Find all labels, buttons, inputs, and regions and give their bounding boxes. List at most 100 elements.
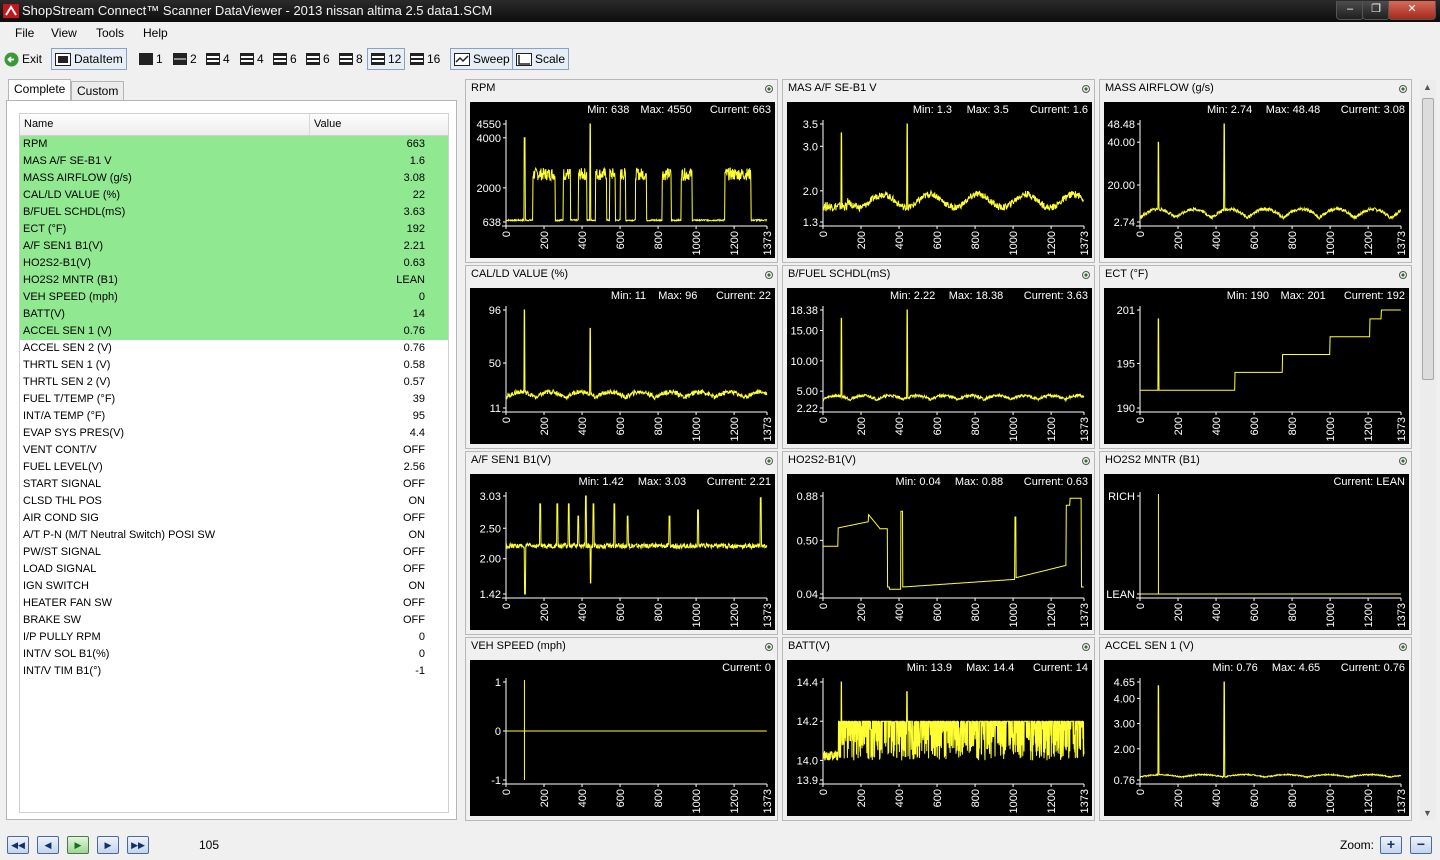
chart-options-icon[interactable] xyxy=(1399,457,1407,465)
table-row[interactable]: ACCEL SEN 2 (V) 0.76 xyxy=(20,340,448,357)
maf-voltage-chart[interactable]: MAS A/F SE-B1 V Current: 1.6 Max: 3.5 Min: … xyxy=(782,79,1095,263)
chart-options-icon[interactable] xyxy=(1082,85,1090,93)
table-row[interactable]: MAS A/F SE-B1 V 1.6 xyxy=(20,153,448,170)
fuel-schedule-chart[interactable]: B/FUEL SCHDL(mS) Current: 3.63 Max: 18.38 M… xyxy=(782,265,1095,449)
next-frame-button[interactable]: ▶ xyxy=(97,836,119,854)
table-row[interactable]: IGN SWITCH ON xyxy=(20,578,448,595)
layout-6-button[interactable]: 6 xyxy=(270,48,300,70)
calc-load-chart[interactable]: CAL/LD VALUE (%) Current: 22 Max: 96 Min: 1… xyxy=(465,265,778,449)
o2-sensor-chart[interactable]: HO2S2-B1(V) Current: 0.63 Max: 0.88 Min: 0.… xyxy=(782,451,1095,635)
table-row[interactable]: BRAKE SW OFF xyxy=(20,612,448,629)
table-row[interactable]: HEATER FAN SW OFF xyxy=(20,595,448,612)
table-row[interactable]: INT/V SOL B1(%) 0 xyxy=(20,646,448,663)
minimize-button[interactable]: – xyxy=(1336,1,1364,20)
first-frame-button[interactable]: ◀◀ xyxy=(7,836,29,854)
tab-complete[interactable]: Complete xyxy=(8,79,72,101)
x-tick-label: 400 xyxy=(577,789,589,807)
chart-options-icon[interactable] xyxy=(765,643,773,651)
chart-options-icon[interactable] xyxy=(1082,457,1090,465)
table-row[interactable]: VEH SPEED (mph) 0 xyxy=(20,289,448,306)
tab-custom[interactable]: Custom xyxy=(71,81,125,101)
battery-chart[interactable]: BATT(V) Current: 14 Max: 14.4 Min: 13.9 14.4… xyxy=(782,637,1095,821)
layout-4-button[interactable]: 4 xyxy=(203,48,233,70)
table-row[interactable]: THRTL SEN 1 (V) 0.58 xyxy=(20,357,448,374)
af-sensor-chart[interactable]: A/F SEN1 B1(V) Current: 2.21 Max: 3.03 Min:… xyxy=(465,451,778,635)
layout-16-button[interactable]: 16 xyxy=(407,48,443,70)
table-row[interactable]: HO2S2-B1(V) 0.63 xyxy=(20,255,448,272)
layout-12-button[interactable]: 12 xyxy=(367,48,406,70)
table-row[interactable]: RPM 663 xyxy=(20,136,448,153)
scrollbar-thumb[interactable] xyxy=(1422,98,1434,380)
chart-options-icon[interactable] xyxy=(1082,271,1090,279)
row-value: OFF xyxy=(403,546,425,558)
table-row[interactable]: A/T P-N (M/T Neutral Switch) POSI SW ON xyxy=(20,527,448,544)
table-row[interactable]: FUEL LEVEL(V) 2.56 xyxy=(20,459,448,476)
column-header-value[interactable]: Value xyxy=(310,114,430,135)
chart-options-icon[interactable] xyxy=(765,85,773,93)
table-row[interactable]: INT/V TIM B1(°) -1 xyxy=(20,663,448,680)
last-frame-button[interactable]: ▶▶ xyxy=(127,836,149,854)
y-tick-label: 3.0 xyxy=(803,141,818,153)
table-row[interactable]: VENT CONT/V OFF xyxy=(20,442,448,459)
table-row[interactable]: ACCEL SEN 1 (V) 0.76 xyxy=(20,323,448,340)
mass-airflow-chart[interactable]: MASS AIRFLOW (g/s) Current: 3.08 Max: 48.4… xyxy=(1099,79,1412,263)
table-row[interactable]: ECT (°F) 192 xyxy=(20,221,448,238)
scroll-up-icon[interactable]: ▲ xyxy=(1423,82,1432,92)
zoom-in-button[interactable]: + xyxy=(1380,836,1402,854)
table-row[interactable]: CAL/LD VALUE (%) 22 xyxy=(20,187,448,204)
layout-6b-button[interactable]: 6 xyxy=(303,48,333,70)
scroll-down-icon[interactable]: ▼ xyxy=(1423,808,1432,818)
accel-sensor-chart[interactable]: ACCEL SEN 1 (V) Current: 0.76 Max: 4.65 Min… xyxy=(1099,637,1412,821)
column-header-name[interactable]: Name xyxy=(20,114,310,135)
chart-options-icon[interactable] xyxy=(765,457,773,465)
table-row[interactable]: PW/ST SIGNAL OFF xyxy=(20,544,448,561)
layout-4b-button[interactable]: 4 xyxy=(237,48,267,70)
layout-1-button[interactable]: 1 xyxy=(136,48,166,70)
close-button[interactable]: ✕ xyxy=(1388,1,1436,20)
zoom-out-button[interactable]: − xyxy=(1410,836,1432,854)
scale-button[interactable]: Scale xyxy=(512,48,570,70)
prev-frame-button[interactable]: ◀ xyxy=(37,836,59,854)
table-row[interactable]: CLSD THL POS ON xyxy=(20,493,448,510)
table-row[interactable]: AIR COND SIG OFF xyxy=(20,510,448,527)
table-row[interactable]: START SIGNAL OFF xyxy=(20,476,448,493)
exit-button[interactable]: Exit xyxy=(1,48,45,70)
maximize-button[interactable]: ❐ xyxy=(1362,1,1390,20)
layout-8-button[interactable]: 8 xyxy=(336,48,366,70)
y-tick-label: -1 xyxy=(491,775,501,787)
table-row[interactable]: THRTL SEN 2 (V) 0.57 xyxy=(20,374,448,391)
menu-file[interactable]: File xyxy=(15,26,34,40)
table-row[interactable]: HO2S2 MNTR (B1) LEAN xyxy=(20,272,448,289)
chart-options-icon[interactable] xyxy=(1082,643,1090,651)
dataitem-button[interactable]: DataItem xyxy=(51,48,127,70)
table-row[interactable]: I/P PULLY RPM 0 xyxy=(20,629,448,646)
menu-help[interactable]: Help xyxy=(143,26,168,40)
table-row[interactable]: MASS AIRFLOW (g/s) 3.08 xyxy=(20,170,448,187)
table-row[interactable]: INT/A TEMP (°F) 95 xyxy=(20,408,448,425)
menu-view[interactable]: View xyxy=(51,26,77,40)
chart-options-icon[interactable] xyxy=(1399,85,1407,93)
chart-options-icon[interactable] xyxy=(1399,643,1407,651)
play-button[interactable]: ▶ xyxy=(67,836,89,854)
vehicle-speed-chart[interactable]: VEH SPEED (mph) Current: 0 1 0 -1 0 200 400 600 8… xyxy=(465,637,778,821)
layout-12-icon xyxy=(371,53,385,65)
sweep-button[interactable]: Sweep xyxy=(450,48,514,70)
table-row[interactable]: BATT(V) 14 xyxy=(20,306,448,323)
o2-monitor-chart[interactable]: HO2S2 MNTR (B1) Current: LEAN RICH LEAN 0 200… xyxy=(1099,451,1412,635)
table-row[interactable]: A/F SEN1 B1(V) 2.21 xyxy=(20,238,448,255)
table-row[interactable]: B/FUEL SCHDL(mS) 3.63 xyxy=(20,204,448,221)
chart-scrollbar[interactable]: ▲ ▼ xyxy=(1420,80,1436,820)
chart-options-icon[interactable] xyxy=(1399,271,1407,279)
chart-max-readout: Max: 4550 xyxy=(640,104,691,116)
menu-tools[interactable]: Tools xyxy=(96,26,124,40)
table-row[interactable]: FUEL T/TEMP (°F) 39 xyxy=(20,391,448,408)
chart-options-icon[interactable] xyxy=(765,271,773,279)
data-table[interactable]: Name Value RPM 663 MAS A/F SE-B1 V 1.6 MASS … xyxy=(19,113,449,813)
x-tick-label: 1000 xyxy=(1325,789,1337,813)
table-row[interactable]: EVAP SYS PRES(V) 4.4 xyxy=(20,425,448,442)
coolant-temp-chart[interactable]: ECT (°F) Current: 192 Max: 201 Min: 190 201 1… xyxy=(1099,265,1412,449)
layout-2-button[interactable]: 2 xyxy=(170,48,200,70)
rpm-chart[interactable]: RPM Current: 663 Max: 4550 Min: 638 4550 4000… xyxy=(465,79,778,263)
sweep-label: Sweep xyxy=(473,52,510,66)
table-row[interactable]: LOAD SIGNAL OFF xyxy=(20,561,448,578)
